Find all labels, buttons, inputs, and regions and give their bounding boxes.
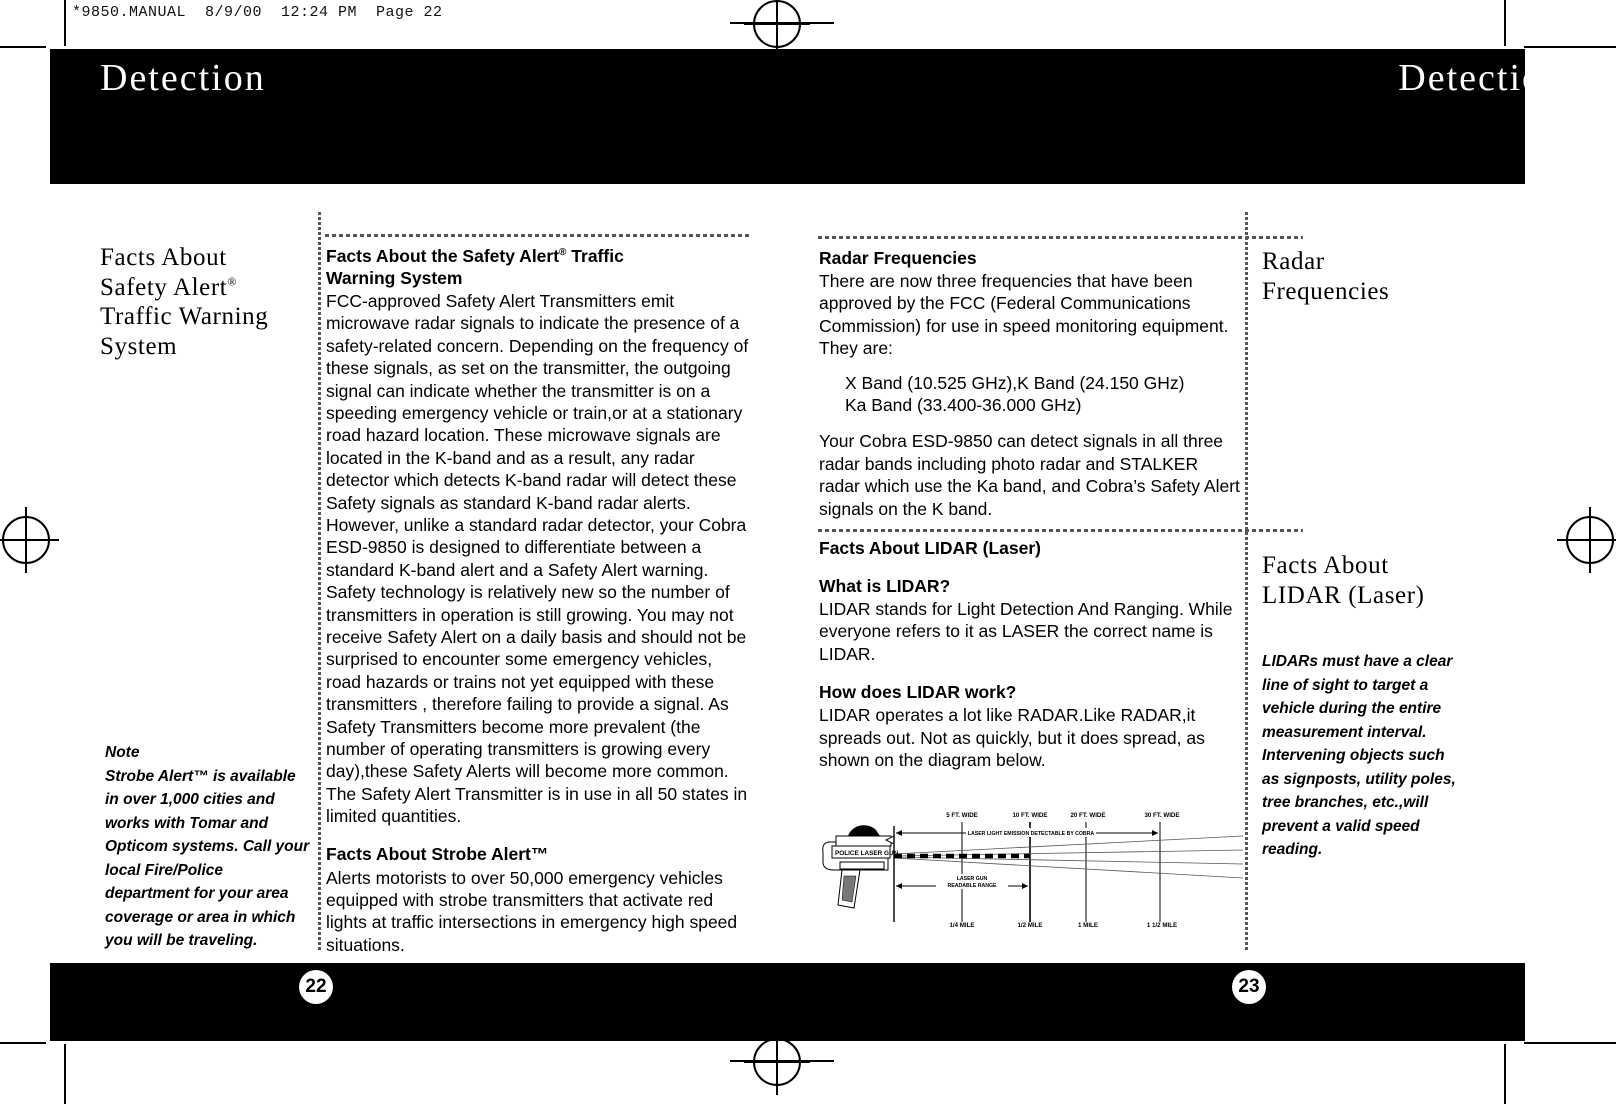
right-paragraph-how-lidar-works: LIDAR operates a lot like RADAR.Like RAD… bbox=[819, 705, 1205, 771]
distance-label-0: 1/4 MILE bbox=[949, 922, 974, 928]
manual-page-spread: *9850.MANUAL 8/9/00 12:24 PM Page 22 Det… bbox=[0, 0, 1616, 1116]
right-sidebar-note: LIDARs must have a clear line of sight t… bbox=[1262, 650, 1462, 862]
distance-label-1: 1/2 MILE bbox=[1017, 922, 1042, 928]
header-band bbox=[50, 49, 1525, 184]
right-main-column: Radar Frequencies There are now three fr… bbox=[819, 247, 1243, 520]
page-number-right: 23 bbox=[1232, 970, 1266, 1004]
right-main-paragraph-2: Your Cobra ESD-9850 can detect signals i… bbox=[819, 431, 1240, 519]
distance-label-2: 1 MILE bbox=[1078, 922, 1098, 928]
right-main-heading-radar: Radar Frequencies bbox=[819, 248, 977, 268]
crop-mark-left-upper bbox=[0, 46, 46, 48]
header-title-left: Detection bbox=[100, 57, 266, 99]
right-sidebar-heading-radar: Radar Frequencies bbox=[1262, 247, 1477, 306]
emission-range-arrow: LASER LIGHT EMISSION DETECTABLE BY COBRA bbox=[896, 828, 1158, 837]
right-sidebar-lidar-line2: LIDAR (Laser) bbox=[1262, 581, 1425, 609]
rule-right-sidebar-lidar bbox=[1245, 529, 1303, 532]
width-label-0: 5 FT. WIDE bbox=[946, 812, 978, 819]
crop-mark-top-right bbox=[1504, 0, 1506, 46]
crop-mark-bottom-left bbox=[64, 1044, 66, 1104]
right-main-heading-lidar: Facts About LIDAR (Laser) bbox=[819, 538, 1042, 558]
rule-right-main-top bbox=[818, 236, 1243, 239]
note-text: Strobe Alert™ is available in over 1,000… bbox=[105, 767, 310, 950]
footer-band bbox=[50, 963, 1525, 1041]
emission-label: LASER LIGHT EMISSION DETECTABLE BY COBRA bbox=[968, 831, 1095, 837]
page-number-left: 22 bbox=[299, 970, 333, 1004]
left-sidebar-heading: Facts About Safety Alert® Traffic Warnin… bbox=[100, 243, 310, 361]
right-main-band-list: X Band (10.525 GHz),K Band (24.150 GHz) … bbox=[845, 372, 1243, 417]
right-sidebar-radar-line2: Frequencies bbox=[1262, 277, 1390, 305]
left-main-heading-1-part1: Facts About the Safety Alert bbox=[326, 246, 560, 266]
left-sidebar-heading-line3: Traffic Warning bbox=[100, 303, 269, 330]
right-subheading-how-lidar-works: How does LIDAR work? bbox=[819, 682, 1017, 703]
right-main-paragraph-1: There are now three frequencies that hav… bbox=[819, 271, 1229, 359]
left-main-heading-1-part2: Traffic bbox=[566, 246, 624, 266]
left-sidebar: Facts About Safety Alert® Traffic Warnin… bbox=[100, 243, 310, 361]
distance-label-3: 1 1/2 MILE bbox=[1147, 922, 1177, 928]
diagram-distance-labels: 1/4 MILE 1/2 MILE 1 MILE 1 1/2 MILE bbox=[949, 922, 1177, 928]
divider-right-sidebar bbox=[1245, 212, 1248, 952]
divider-left-sidebar bbox=[318, 212, 321, 952]
registered-mark-icon: ® bbox=[227, 274, 238, 289]
registration-mark-top bbox=[744, 0, 810, 57]
crop-mark-bottom-right bbox=[1504, 1044, 1506, 1104]
registration-mark-left bbox=[0, 507, 59, 573]
registration-mark-right bbox=[1557, 507, 1616, 573]
readable-range-arrow: LASER GUN READABLE RANGE bbox=[896, 874, 1028, 889]
width-label-3: 30 FT. WIDE bbox=[1144, 812, 1179, 819]
width-label-1: 10 FT. WIDE bbox=[1012, 812, 1047, 819]
left-sidebar-note: Note Strobe Alert™ is available in over … bbox=[105, 741, 311, 953]
left-main-paragraph-1: FCC-approved Safety Alert Transmitters e… bbox=[326, 291, 749, 827]
band-list-line-1: X Band (10.525 GHz),K Band (24.150 GHz) bbox=[845, 372, 1185, 393]
right-lidar-section: Facts About LIDAR (Laser) What is LIDAR?… bbox=[819, 537, 1243, 771]
left-sidebar-heading-line4: System bbox=[100, 332, 178, 360]
right-note-text: LIDARs must have a clear line of sight t… bbox=[1262, 653, 1456, 859]
left-sidebar-heading-line1: Facts About bbox=[100, 244, 227, 271]
right-paragraph-what-is-lidar: LIDAR stands for Light Detection And Ran… bbox=[819, 599, 1233, 664]
rule-left-main-top bbox=[325, 234, 750, 237]
header-title-right: Detection bbox=[1398, 57, 1564, 99]
svg-text:POLICE LASER GUN: POLICE LASER GUN bbox=[835, 850, 899, 857]
lidar-beam-spread-diagram: POLICE LASER GUN LASER LIGHT EMISSION DE… bbox=[818, 800, 1243, 928]
band-list-line-2: Ka Band (33.400-36.000 GHz) bbox=[845, 395, 1082, 415]
left-main-heading-2: Facts About Strobe Alert™ bbox=[326, 844, 549, 865]
left-main-paragraph-2: Alerts motorists to over 50,000 emergenc… bbox=[326, 867, 738, 955]
readable-range-label-2: READABLE RANGE bbox=[948, 883, 998, 889]
right-sidebar-lidar-line1: Facts About bbox=[1262, 552, 1389, 579]
diagram-width-labels: 5 FT. WIDE 10 FT. WIDE 20 FT. WIDE 30 FT… bbox=[946, 812, 1179, 819]
police-laser-gun-illustration: POLICE LASER GUN bbox=[822, 825, 899, 909]
left-sidebar-heading-line2-wrap: Safety Alert® bbox=[100, 273, 310, 303]
rule-right-lidar bbox=[818, 529, 1243, 532]
crop-mark-right-upper bbox=[1524, 46, 1616, 48]
readable-range-label-1: LASER GUN bbox=[957, 876, 988, 882]
left-sidebar-heading-line2: Safety Alert bbox=[100, 273, 228, 301]
width-label-2: 20 FT. WIDE bbox=[1070, 812, 1105, 819]
crop-mark-top-left bbox=[64, 0, 66, 46]
registration-mark-bottom bbox=[744, 1029, 810, 1095]
print-slug-line: *9850.MANUAL 8/9/00 12:24 PM Page 22 bbox=[72, 4, 443, 21]
crop-mark-right-lower bbox=[1524, 1042, 1616, 1044]
right-subheading-what-is-lidar: What is LIDAR? bbox=[819, 576, 951, 597]
left-main-heading-1: Facts About the Safety Alert® Traffic Wa… bbox=[326, 245, 750, 289]
right-sidebar-heading-lidar: Facts About LIDAR (Laser) bbox=[1262, 551, 1477, 610]
left-main-heading-1-line2: Warning System bbox=[326, 268, 463, 289]
rule-right-sidebar-top bbox=[1245, 236, 1303, 239]
right-sidebar-radar-line1: Radar bbox=[1262, 248, 1325, 275]
crop-mark-left-lower bbox=[0, 1042, 46, 1044]
note-label: Note bbox=[105, 744, 140, 761]
left-main-column: Facts About the Safety Alert® Traffic Wa… bbox=[326, 245, 750, 956]
